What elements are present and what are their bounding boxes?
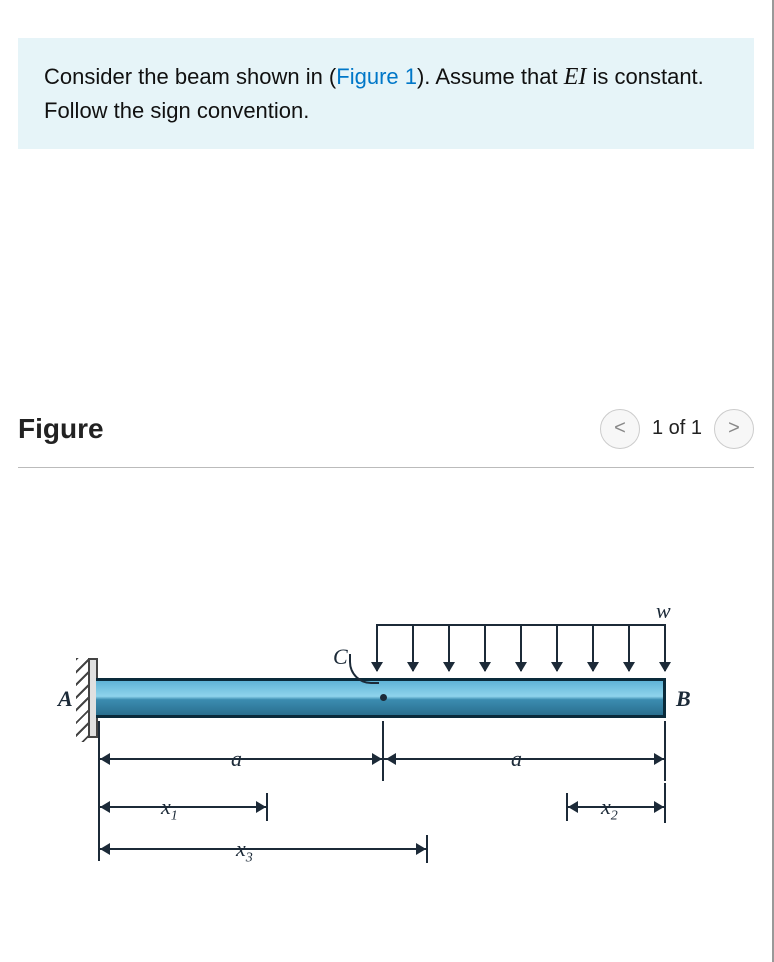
c-dot-icon (380, 694, 387, 701)
problem-text: Consider the beam shown in ( (44, 64, 336, 89)
figure-pager: < 1 of 1 > (600, 409, 754, 449)
tick-icon (664, 721, 666, 781)
point-B-label: B (676, 686, 691, 712)
dim-x2-label: x2 (601, 794, 618, 824)
load-w-label: w (656, 598, 671, 624)
load-arrow-icon (592, 626, 594, 671)
tick-icon (98, 721, 100, 861)
dim-x3-label: x3 (236, 836, 253, 866)
problem-text: ). Assume that (417, 64, 564, 89)
dimension-a-right (384, 758, 666, 760)
load-arrow-icon (412, 626, 414, 671)
load-arrow-icon (484, 626, 486, 671)
dim-a-label: a (511, 746, 522, 772)
load-arrow-icon (556, 626, 558, 671)
chevron-right-icon: > (728, 417, 740, 440)
point-C-label: C (333, 644, 348, 670)
pager-text: 1 of 1 (652, 417, 702, 440)
next-button[interactable]: > (714, 409, 754, 449)
load-arrow-icon (628, 626, 630, 671)
beam-diagram: A B C w a a x1 (36, 598, 736, 928)
dim-x1-label: x1 (161, 794, 178, 824)
figure-header: Figure < 1 of 1 > (18, 409, 754, 468)
prev-button[interactable]: < (600, 409, 640, 449)
dimension-x3 (98, 848, 428, 850)
chevron-left-icon: < (614, 417, 626, 440)
problem-statement: Consider the beam shown in (Figure 1). A… (18, 38, 754, 149)
tick-icon (664, 783, 666, 823)
load-arrow-icon (448, 626, 450, 671)
load-arrow-icon (376, 626, 378, 671)
point-A-label: A (58, 686, 73, 712)
figure-link[interactable]: Figure 1 (336, 64, 417, 89)
ei-variable: EI (564, 64, 587, 90)
load-arrow-icon (664, 626, 666, 671)
dimension-x1 (98, 806, 268, 808)
figure-title: Figure (18, 413, 104, 445)
load-arrow-icon (520, 626, 522, 671)
dim-a-label: a (231, 746, 242, 772)
tick-icon (382, 721, 384, 781)
